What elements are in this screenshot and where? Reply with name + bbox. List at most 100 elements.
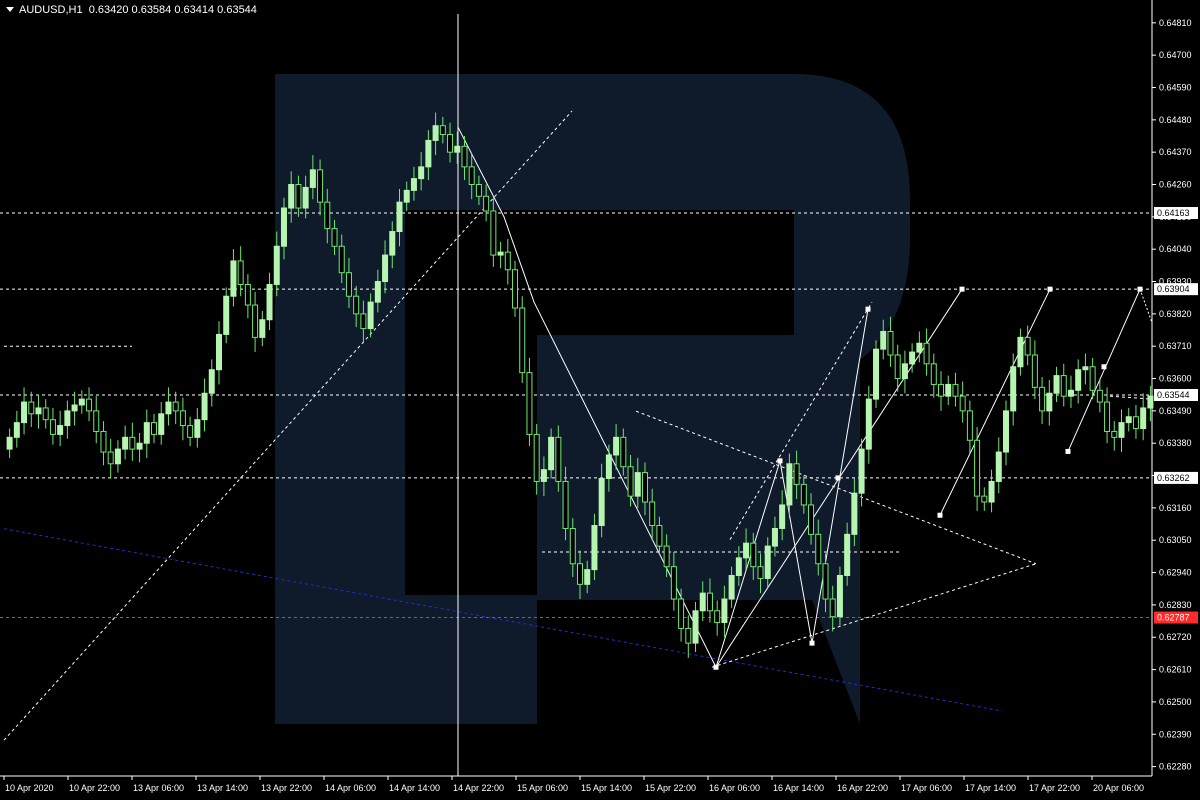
bear-candle bbox=[447, 134, 454, 153]
bull-candle bbox=[764, 545, 771, 579]
price-label: 0.63904 bbox=[1157, 284, 1190, 294]
bull-candle bbox=[114, 448, 121, 465]
bear-candle bbox=[1104, 401, 1111, 432]
bear-candle bbox=[526, 372, 533, 435]
bear-candle bbox=[678, 598, 685, 629]
bull-candle bbox=[410, 178, 417, 191]
bull-candle bbox=[634, 472, 641, 497]
bear-candle bbox=[627, 466, 634, 497]
wave-marker bbox=[937, 512, 943, 518]
y-tick-label: 0.63490 bbox=[1159, 406, 1192, 416]
x-tick-label: 10 Apr 22:00 bbox=[69, 783, 120, 793]
bear-candle bbox=[512, 269, 519, 309]
price-label: 0.62787 bbox=[1157, 613, 1190, 623]
bear-candle bbox=[656, 525, 663, 547]
price-chart[interactable]: 0.64810 0.64700 0.64590 0.64480 0.64370 0.642… bbox=[0, 0, 1200, 800]
price-label: 0.64163 bbox=[1157, 208, 1190, 218]
x-tick-label: 15 Apr 06:00 bbox=[517, 783, 568, 793]
bull-candle bbox=[78, 398, 85, 406]
wave-marker bbox=[1101, 364, 1107, 370]
y-tick-label: 0.63380 bbox=[1159, 438, 1192, 448]
bear-candle bbox=[331, 228, 338, 247]
bear-candle bbox=[252, 304, 259, 338]
y-tick-label: 0.62940 bbox=[1159, 568, 1192, 578]
bull-candle bbox=[1053, 375, 1060, 394]
y-tick-label: 0.62500 bbox=[1159, 697, 1192, 707]
y-tick-label: 0.64700 bbox=[1159, 50, 1192, 60]
bear-candle bbox=[490, 210, 497, 256]
bull-candle bbox=[916, 342, 923, 353]
x-tick-label: 17 Apr 22:00 bbox=[1029, 783, 1080, 793]
bull-candle bbox=[548, 436, 555, 471]
bear-candle bbox=[468, 166, 475, 186]
bull-candle bbox=[201, 392, 208, 421]
bull-candle bbox=[418, 166, 425, 180]
bull-candle bbox=[873, 348, 880, 400]
bull-candle bbox=[425, 139, 432, 168]
bear-candle bbox=[974, 439, 981, 497]
bull-candle bbox=[743, 542, 750, 559]
bull-candle bbox=[259, 319, 266, 338]
bear-candle bbox=[966, 410, 973, 441]
wave-marker bbox=[835, 475, 841, 481]
y-tick-label: 0.63600 bbox=[1159, 374, 1192, 384]
x-tick-label: 14 Apr 06:00 bbox=[325, 783, 376, 793]
bear-candle bbox=[808, 504, 815, 535]
bear-candle bbox=[959, 395, 966, 412]
bull-candle bbox=[389, 231, 396, 256]
bear-candle bbox=[930, 363, 937, 385]
bull-candle bbox=[223, 295, 230, 335]
bear-candle bbox=[107, 451, 114, 465]
y-tick-label: 0.62280 bbox=[1159, 762, 1192, 772]
wave-marker bbox=[1065, 448, 1071, 454]
bull-candle bbox=[699, 592, 706, 612]
wave-marker bbox=[809, 640, 815, 646]
bear-candle bbox=[237, 260, 244, 285]
bull-candle bbox=[836, 575, 843, 618]
bull-candle bbox=[57, 425, 64, 435]
bull-candle bbox=[280, 207, 287, 247]
bull-candle bbox=[786, 463, 793, 506]
bear-candle bbox=[562, 480, 569, 529]
short-level-line bbox=[1109, 395, 1153, 400]
bear-candle bbox=[360, 313, 367, 330]
bear-candle bbox=[324, 201, 331, 230]
bull-candle bbox=[540, 469, 547, 482]
bull-candle bbox=[374, 281, 381, 303]
bull-candle bbox=[454, 145, 461, 153]
bull-candle bbox=[158, 413, 165, 435]
bear-candle bbox=[353, 295, 360, 315]
bull-candle bbox=[497, 251, 504, 256]
bull-candle bbox=[591, 525, 598, 571]
bear-candle bbox=[345, 272, 352, 297]
bull-candle bbox=[1017, 336, 1024, 368]
bull-candle bbox=[995, 451, 1002, 482]
y-tick-label: 0.64810 bbox=[1159, 18, 1192, 28]
y-tick-label: 0.63820 bbox=[1159, 309, 1192, 319]
bear-candle bbox=[151, 422, 158, 435]
bear-candle bbox=[1024, 336, 1031, 356]
bull-candle bbox=[901, 363, 908, 380]
bull-candle bbox=[1082, 366, 1089, 371]
x-tick-label: 13 Apr 14:00 bbox=[197, 783, 248, 793]
bull-candle bbox=[215, 333, 222, 371]
bear-candle bbox=[1089, 366, 1096, 391]
bull-candle bbox=[779, 504, 786, 529]
y-tick-label: 0.63710 bbox=[1159, 341, 1192, 351]
bull-candle bbox=[1002, 410, 1009, 453]
y-tick-label: 0.62830 bbox=[1159, 600, 1192, 610]
bear-candle bbox=[129, 436, 136, 450]
bear-candle bbox=[750, 542, 757, 568]
bull-candle bbox=[692, 610, 699, 644]
x-tick-label: 16 Apr 06:00 bbox=[709, 783, 760, 793]
x-tick-label: 17 Apr 14:00 bbox=[965, 783, 1016, 793]
x-tick-label: 13 Apr 06:00 bbox=[133, 783, 184, 793]
bear-candle bbox=[641, 472, 648, 503]
bull-candle bbox=[1125, 416, 1132, 424]
bear-candle bbox=[461, 145, 468, 168]
bear-candle bbox=[519, 307, 526, 374]
bear-candle bbox=[829, 598, 836, 618]
bull-candle bbox=[721, 598, 728, 624]
wave-marker bbox=[1137, 286, 1143, 292]
bull-candle bbox=[851, 492, 858, 535]
